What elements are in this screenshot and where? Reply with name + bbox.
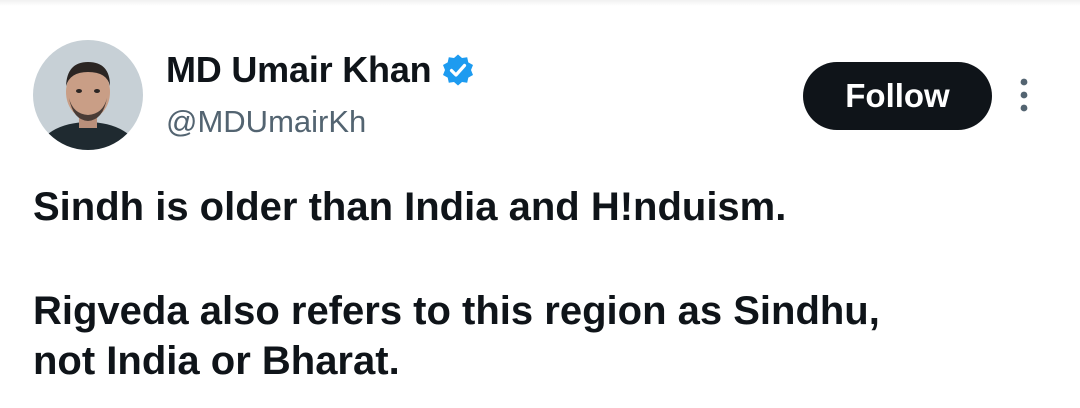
avatar-image — [33, 40, 143, 150]
verified-badge-icon[interactable] — [441, 53, 475, 87]
tweet-text-paragraph-1: Sindh is older than India and H!nduism. — [33, 185, 787, 229]
author-name-row[interactable]: MD Umair Khan — [166, 46, 475, 94]
top-divider — [0, 0, 1080, 6]
follow-button[interactable]: Follow — [803, 62, 992, 130]
author-display-name[interactable]: MD Umair Khan — [166, 49, 432, 91]
more-vertical-icon[interactable] — [1014, 76, 1034, 114]
tweet-text-paragraph-2: Rigveda also refers to this region as Si… — [33, 289, 880, 383]
author-handle[interactable]: @MDUmairKh — [166, 104, 366, 140]
avatar[interactable] — [33, 40, 143, 150]
